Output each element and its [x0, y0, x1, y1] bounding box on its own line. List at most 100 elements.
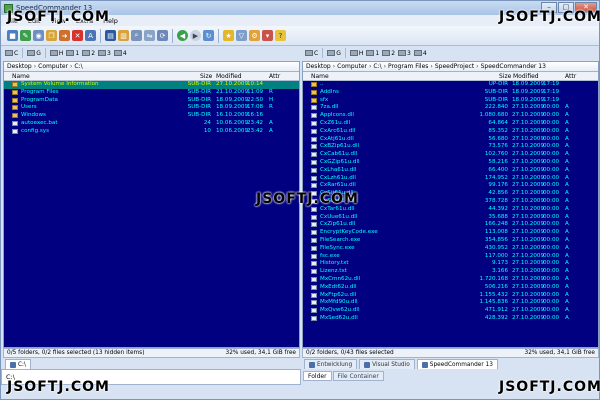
file-row[interactable]: Windows SUB-DIR 16.10.2009 16:16	[4, 112, 299, 120]
file-row[interactable]: CxZ61u.dll 64.864 27.10.2009 00:00 A	[303, 120, 598, 128]
move-icon[interactable]: ➜	[59, 30, 70, 41]
compare-icon[interactable]: ⇋	[144, 30, 155, 41]
unpack-icon[interactable]: ▥	[118, 30, 129, 41]
file-row[interactable]: ProgramData SUB-DIR 18.09.2009 22:50 H	[4, 97, 299, 105]
file-row[interactable]: History.txt 9.173 27.10.2009 00:00 A	[303, 260, 598, 268]
drive-g-left[interactable]: G	[27, 50, 41, 57]
file-row[interactable]: Lizenz.txt 3.166 27.10.2009 00:00 A	[303, 268, 598, 276]
file-row[interactable]: CxGZip61u.dll 58.216 27.10.2009 00:00 A	[303, 159, 598, 167]
drive-c-left[interactable]: C	[5, 50, 18, 57]
sync-icon[interactable]: ⟳	[157, 30, 168, 41]
help-icon[interactable]: ?	[275, 30, 286, 41]
file-row[interactable]: FileSearch.exe 354.856 27.10.2009 00:00 A	[303, 237, 598, 245]
file-row[interactable]: System Volume Information SUB-DIR 27.10.20…	[4, 81, 299, 89]
file-size: 430.952	[484, 244, 508, 251]
file-row[interactable]: EncryptKeyCode.exe 113.008 27.10.2009 00:00…	[303, 229, 598, 237]
breadcrumb-desktop[interactable]: Desktop	[306, 63, 331, 70]
drive-3-right[interactable]: 3	[398, 50, 411, 57]
file-row[interactable]: 7za.dll 222.840 27.10.2009 00:00 A	[303, 104, 598, 112]
column-header-attr[interactable]: Attr	[565, 73, 576, 80]
file-name: Windows	[21, 112, 46, 119]
drive-2-left[interactable]: 2	[82, 50, 95, 57]
column-header-size[interactable]: Size	[200, 73, 212, 80]
file-row[interactable]: AddIns SUB-DIR 18.09.2009 17:19	[303, 89, 598, 97]
drive-4-right[interactable]: 4	[413, 50, 427, 57]
drive-4-left[interactable]: 4	[113, 50, 127, 57]
pack-icon[interactable]: ▤	[105, 30, 116, 41]
column-header-attr[interactable]: Attr	[269, 73, 280, 80]
file-row[interactable]: CxArc61u.dll 85.352 27.10.2009 00:00 A	[303, 128, 598, 136]
tab-entwicklung[interactable]: Entwicklung	[304, 359, 358, 369]
file-row[interactable]: MxMfd90u.dll 1.145.836 27.10.2009 00:00 A	[303, 299, 598, 307]
column-header-size[interactable]: Size	[499, 73, 511, 80]
back-icon[interactable]: ◀	[177, 30, 188, 41]
file-date: 18.09.2009	[216, 96, 249, 103]
forward-icon[interactable]: ▶	[190, 30, 201, 41]
file-row[interactable]: MxFtp62u.dll 1.155.432 27.10.2009 00:00 A	[303, 292, 598, 300]
file-row[interactable]: MxQvw62u.dll 471.912 27.10.2009 00:00 A	[303, 307, 598, 315]
drive-3-left[interactable]: 3	[98, 50, 111, 57]
file-row[interactable]: Program Files SUB-DIR 21.10.2009 11:09 R	[4, 89, 299, 97]
address-bar-right[interactable]: Desktop › Computer › C:\ › Program Files › S…	[303, 62, 598, 72]
file-row[interactable]: autoexec.bat 24 10.06.2009 23:42 A	[4, 120, 299, 128]
address-bar-left[interactable]: Desktop › Computer › C:\	[4, 62, 299, 72]
search-icon[interactable]: ⌕	[131, 30, 142, 41]
drive-h-left[interactable]: H	[49, 50, 63, 57]
column-header-modified[interactable]: Modified	[216, 73, 242, 80]
file-row[interactable]: MxSed62u.dll 428.392 27.10.2009 00:00 A	[303, 315, 598, 323]
settings-dropdown-icon[interactable]: ▾	[262, 30, 273, 41]
tab-file-container[interactable]: File Container	[332, 371, 384, 381]
file-row[interactable]: CxBZip61u.dll 73.576 27.10.2009 00:00 A	[303, 143, 598, 151]
refresh-icon[interactable]: ↻	[203, 30, 214, 41]
breadcrumb-program-files[interactable]: Program Files	[388, 63, 428, 70]
drive-2-right[interactable]: 2	[382, 50, 395, 57]
file-row[interactable]: FileSync.exe 430.952 27.10.2009 00:00 A	[303, 245, 598, 253]
file-row[interactable]: Users SUB-DIR 18.09.2009 17:08 R	[4, 104, 299, 112]
file-icon	[311, 284, 317, 290]
drive-1-right[interactable]: 1	[366, 50, 379, 57]
file-row[interactable]: CxAtj61u.dll 56.680 27.10.2009 00:00 A	[303, 136, 598, 144]
tab-folder[interactable]: Folder	[303, 371, 332, 381]
file-row[interactable]: CxUue61u.dll 35.688 27.10.2009 00:00 A	[303, 214, 598, 222]
drive-c-right[interactable]: C	[305, 50, 318, 57]
breadcrumb-speedproject[interactable]: SpeedProject	[435, 63, 474, 70]
column-header-modified[interactable]: Modified	[513, 73, 539, 80]
breadcrumb-computer[interactable]: Computer	[337, 63, 367, 70]
file-row[interactable]: .. UP-DIR 18.09.2009 17:19	[303, 81, 598, 89]
file-row[interactable]: config.sys 10 10.06.2009 23:42 A	[4, 128, 299, 136]
drive-g-right[interactable]: G	[327, 50, 341, 57]
copy-icon[interactable]: ❐	[46, 30, 57, 41]
file-row[interactable]: CxRar61u.dll 99.176 27.10.2009 00:00 A	[303, 182, 598, 190]
file-row[interactable]: CxCab61u.dll 102.760 27.10.2009 00:00 A	[303, 151, 598, 159]
breadcrumb-c[interactable]: C:\	[373, 63, 381, 70]
favorites-icon[interactable]: ★	[223, 30, 234, 41]
settings-icon[interactable]: ⚙	[249, 30, 260, 41]
edit-icon[interactable]: ✎	[20, 30, 31, 41]
file-row[interactable]: CxZip61u.dll 166.248 27.10.2009 00:00 A	[303, 221, 598, 229]
file-row[interactable]: sfx SUB-DIR 18.09.2009 17:19	[303, 97, 598, 105]
tab-visual-studio[interactable]: Visual Studio	[359, 359, 415, 369]
new-folder-icon[interactable]: ■	[7, 30, 18, 41]
drive-1-left[interactable]: 1	[66, 50, 79, 57]
column-header-name[interactable]: Name	[12, 73, 30, 80]
breadcrumb-speedcommander[interactable]: SpeedCommander 13	[481, 63, 546, 70]
file-row[interactable]: MxEdt62u.dll 506.216 27.10.2009 00:00 A	[303, 284, 598, 292]
breadcrumb-desktop[interactable]: Desktop	[7, 63, 32, 70]
tab-c-drive[interactable]: C:\	[5, 359, 31, 369]
breadcrumb-c[interactable]: C:\	[74, 63, 82, 70]
drive-h-right[interactable]: H	[349, 50, 363, 57]
file-name: FileSearch.exe	[320, 236, 361, 243]
filter-icon[interactable]: ▽	[236, 30, 247, 41]
file-row[interactable]: AppIcons.dll 1.080.680 27.10.2009 00:00 A	[303, 112, 598, 120]
rename-icon[interactable]: A	[85, 30, 96, 41]
column-header-name[interactable]: Name	[311, 73, 329, 80]
file-row[interactable]: CxLzh61u.dll 174.952 27.10.2009 00:00 A	[303, 175, 598, 183]
view-icon[interactable]: ◉	[33, 30, 44, 41]
file-row[interactable]: fsc.exe 117.000 27.10.2009 00:00 A	[303, 253, 598, 261]
file-row[interactable]: CxLha61u.dll 66.400 27.10.2009 00:00 A	[303, 167, 598, 175]
breadcrumb-computer[interactable]: Computer	[38, 63, 68, 70]
tab-speedcommander[interactable]: SpeedCommander 13	[416, 359, 498, 369]
file-row[interactable]: MxCmn62u.dll 1.720.168 27.10.2009 00:00 A	[303, 276, 598, 284]
delete-icon[interactable]: ✕	[72, 30, 83, 41]
file-size: 471.912	[484, 307, 508, 314]
